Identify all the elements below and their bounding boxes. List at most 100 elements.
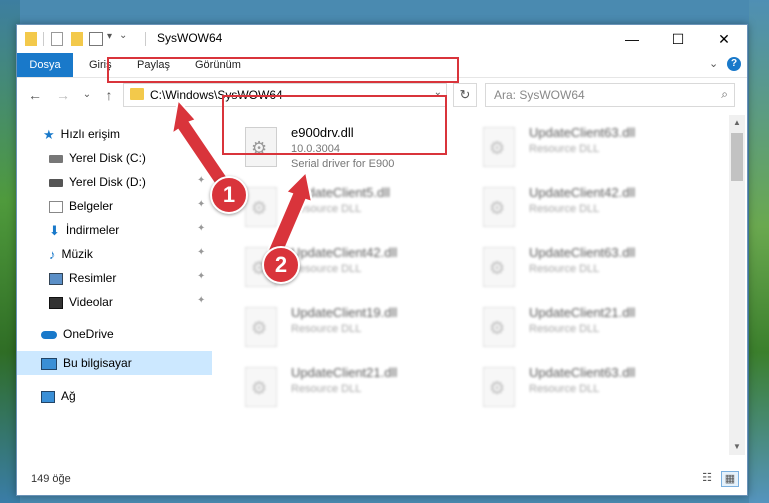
nav-quick-access[interactable]: ★ Hızlı erişim xyxy=(43,123,120,145)
pin-icon[interactable]: ✦ xyxy=(197,223,205,234)
step-1-badge: 1 xyxy=(210,176,248,214)
minimize-button[interactable]: — xyxy=(609,25,655,53)
forward-button[interactable]: → xyxy=(53,85,73,105)
folder-icon xyxy=(130,88,144,100)
vertical-scrollbar[interactable]: ▲ ▼ xyxy=(729,115,745,455)
file-name: UpdateClient19.dll xyxy=(291,305,398,320)
file-type: Resource DLL xyxy=(291,263,362,275)
search-input[interactable]: Ara: SysWOW64 ⌕ xyxy=(485,83,735,107)
gear-icon: ⚙ xyxy=(251,318,268,338)
file-item[interactable]: ⚙ UpdateClient63.dll Resource DLL xyxy=(479,123,699,175)
nav-label: Belgeler xyxy=(69,199,114,213)
file-item[interactable]: ⚙ UpdateClient21.dll Resource DLL xyxy=(241,363,461,415)
file-item[interactable]: ⚙ UpdateClient63.dll Resource DLL xyxy=(479,243,699,295)
gear-icon: ⚙ xyxy=(489,378,506,398)
nav-label: Yerel Disk (D:) xyxy=(69,175,146,189)
properties-icon[interactable] xyxy=(51,32,63,46)
network-icon xyxy=(41,390,55,403)
scrollbar-thumb[interactable] xyxy=(731,133,743,181)
videos-icon xyxy=(49,296,63,309)
quick-access-dropdown-icon[interactable]: ⌄ xyxy=(119,30,127,44)
customize-quick-access-icon[interactable]: ▾ xyxy=(107,31,112,45)
nav-network[interactable]: Ağ xyxy=(41,385,76,407)
gear-icon: ⚙ xyxy=(489,198,506,218)
file-name: UpdateClient63.dll xyxy=(529,125,636,140)
file-item[interactable]: ⚙ UpdateClient21.dll Resource DLL xyxy=(479,303,699,355)
status-bar: 149 öğe ☷ ▦ xyxy=(17,465,747,493)
pin-icon[interactable]: ✦ xyxy=(197,271,205,282)
scroll-up-icon[interactable]: ▲ xyxy=(729,115,745,131)
nav-documents[interactable]: Belgeler xyxy=(49,195,113,217)
nav-downloads[interactable]: ⬇ İndirmeler xyxy=(49,219,119,241)
file-item[interactable]: ⚙ UpdateClient42.dll Resource DLL xyxy=(479,183,699,235)
gear-icon: ⚙ xyxy=(489,258,506,278)
music-icon: ♪ xyxy=(49,246,56,262)
nav-local-disk-c[interactable]: Yerel Disk (C:) xyxy=(49,147,146,169)
file-name: UpdateClient21.dll xyxy=(529,305,636,320)
gear-icon: ⚙ xyxy=(251,198,268,218)
nav-local-disk-d[interactable]: Yerel Disk (D:) xyxy=(49,171,146,193)
new-folder-icon[interactable] xyxy=(71,32,83,46)
file-type: Resource DLL xyxy=(529,323,600,335)
pin-icon[interactable]: ✦ xyxy=(197,199,205,210)
title-bar: ▾ ⌄ SysWOW64 — ☐ ✕ xyxy=(17,25,747,53)
star-icon: ★ xyxy=(43,126,55,142)
help-icon[interactable]: ? xyxy=(727,57,741,71)
tab-file[interactable]: Dosya xyxy=(17,53,73,77)
refresh-button[interactable]: ↻ xyxy=(453,83,477,107)
dll-file-icon: ⚙ xyxy=(483,367,515,407)
nav-music[interactable]: ♪ Müzik xyxy=(49,243,93,265)
maximize-button[interactable]: ☐ xyxy=(655,25,701,53)
cloud-icon xyxy=(41,330,57,339)
nav-videos[interactable]: Videolar xyxy=(49,291,113,313)
pin-icon[interactable]: ✦ xyxy=(197,247,205,258)
nav-label: Ağ xyxy=(61,389,76,403)
dll-file-icon: ⚙ xyxy=(245,307,277,347)
search-placeholder: Ara: SysWOW64 xyxy=(494,88,585,102)
step-2-badge: 2 xyxy=(262,246,300,284)
divider xyxy=(43,32,44,46)
item-count: 149 öğe xyxy=(31,473,71,485)
file-name: UpdateClient5.dll xyxy=(291,185,391,200)
dll-file-icon: ⚙ xyxy=(483,127,515,167)
file-highlight xyxy=(222,95,447,155)
file-item[interactable]: ⚙ UpdateClient5.dll Resource DLL xyxy=(241,183,461,235)
address-bar-highlight xyxy=(107,57,459,83)
search-icon[interactable]: ⌕ xyxy=(721,87,728,102)
rename-icon[interactable] xyxy=(89,32,103,46)
gear-icon: ⚙ xyxy=(251,378,268,398)
pictures-icon xyxy=(49,272,63,285)
file-list: ⚙ e900drv.dll 10.0.3004 Serial driver fo… xyxy=(217,115,727,455)
scroll-down-icon[interactable]: ▼ xyxy=(729,439,745,455)
expand-ribbon-icon[interactable]: ⌄ xyxy=(709,57,718,70)
close-button[interactable]: ✕ xyxy=(701,25,747,53)
file-item[interactable]: ⚙ UpdateClient63.dll Resource DLL xyxy=(479,363,699,415)
desktop-background-right xyxy=(749,0,769,503)
nav-label: Yerel Disk (C:) xyxy=(69,151,146,165)
pin-icon[interactable]: ✦ xyxy=(197,175,205,186)
details-view-icon[interactable]: ☷ xyxy=(699,471,715,485)
up-button[interactable]: ↑ xyxy=(99,85,119,105)
file-item[interactable]: ⚙ UpdateClient19.dll Resource DLL xyxy=(241,303,461,355)
large-icons-view-icon[interactable]: ▦ xyxy=(721,471,739,487)
nav-pictures[interactable]: Resimler xyxy=(49,267,116,289)
nav-label: Bu bilgisayar xyxy=(63,356,132,370)
file-description: Serial driver for E900 xyxy=(291,158,395,170)
nav-label: İndirmeler xyxy=(65,223,120,237)
dll-file-icon: ⚙ xyxy=(245,367,277,407)
pin-icon[interactable]: ✦ xyxy=(197,295,205,306)
nav-this-pc[interactable]: Bu bilgisayar xyxy=(41,352,132,374)
nav-label: Hızlı erişim xyxy=(60,127,120,141)
folder-icon xyxy=(25,32,37,46)
window-title: SysWOW64 xyxy=(157,31,223,45)
back-button[interactable]: ← xyxy=(25,85,45,105)
dll-file-icon: ⚙ xyxy=(483,307,515,347)
drive-icon xyxy=(49,154,63,163)
file-name: UpdateClient63.dll xyxy=(529,245,636,260)
nav-label: Resimler xyxy=(69,271,117,285)
pin-icon[interactable]: ✦ xyxy=(197,151,205,162)
nav-onedrive[interactable]: OneDrive xyxy=(41,323,114,345)
recent-locations-button[interactable]: ⌄ xyxy=(77,85,97,105)
dll-file-icon: ⚙ xyxy=(245,187,277,227)
gear-icon: ⚙ xyxy=(489,138,506,158)
